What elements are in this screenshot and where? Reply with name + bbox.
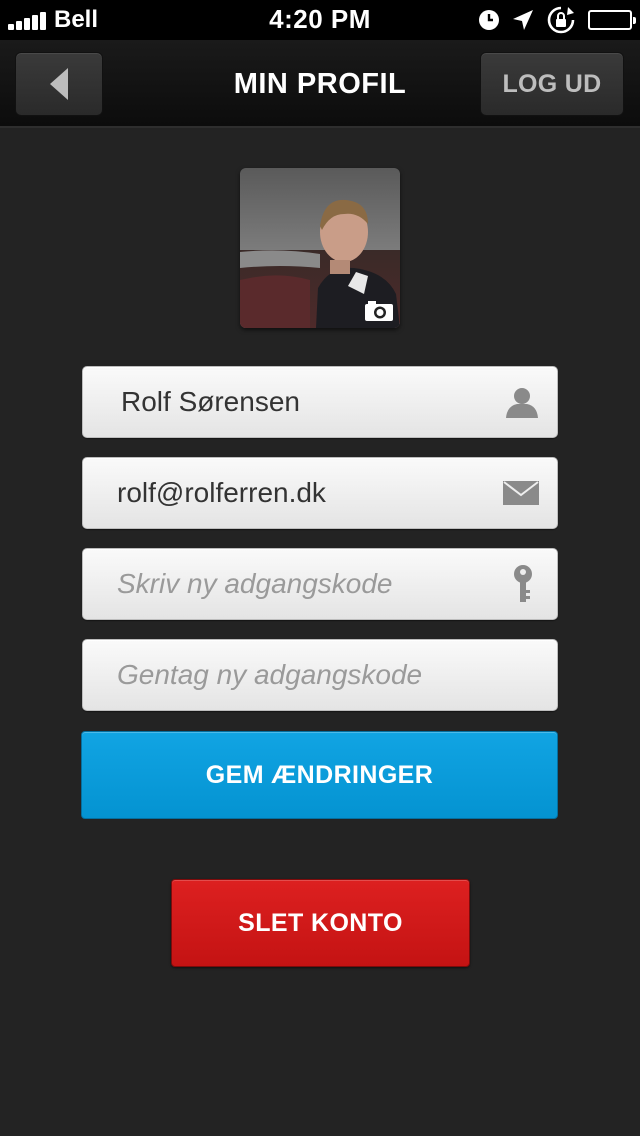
- battery-indicator: [588, 10, 636, 30]
- new-password-field: [82, 548, 558, 620]
- location-arrow-icon: [512, 9, 534, 31]
- delete-account-button[interactable]: SLET KONTO: [171, 879, 470, 967]
- envelope-icon: [503, 458, 539, 528]
- rotation-lock-icon: [546, 5, 576, 35]
- status-right: [466, 5, 636, 35]
- nav-bar: MIN PROFIL LOG UD: [0, 40, 640, 128]
- email-field: [82, 457, 558, 529]
- repeat-password-field: [82, 639, 558, 711]
- battery-icon: [588, 10, 636, 30]
- person-icon: [505, 367, 539, 437]
- email-input[interactable]: [83, 458, 483, 528]
- new-password-input[interactable]: [83, 549, 483, 619]
- save-changes-button[interactable]: GEM ÆNDRINGER: [81, 731, 558, 819]
- status-bar: Bell 4:20 PM: [0, 0, 640, 40]
- logout-button[interactable]: LOG UD: [480, 52, 624, 116]
- key-icon: [513, 549, 533, 619]
- profile-photo[interactable]: [240, 168, 400, 328]
- clock-icon: [478, 9, 500, 31]
- name-input[interactable]: [83, 367, 483, 437]
- camera-icon: [364, 300, 394, 322]
- repeat-password-input[interactable]: [83, 640, 483, 710]
- name-field: [82, 366, 558, 438]
- profile-screen: Bell 4:20 PM MIN PROFIL LOG UD Rolf Søre…: [0, 0, 640, 1136]
